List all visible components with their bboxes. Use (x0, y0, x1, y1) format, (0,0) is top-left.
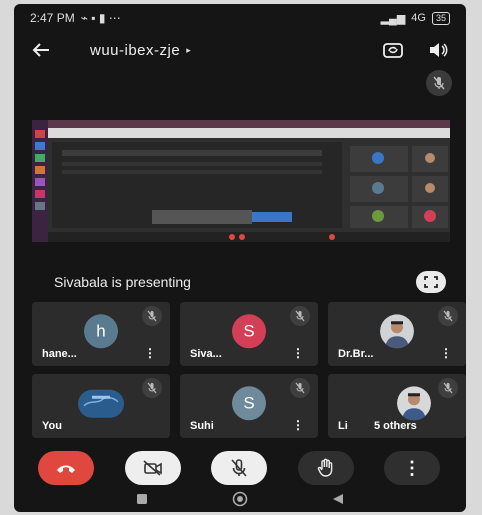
participant-name: Suhi (190, 420, 214, 432)
more-options-icon[interactable]: ⋮ (440, 346, 452, 360)
mic-off-icon (426, 70, 452, 96)
others-count: 5 others (374, 420, 417, 432)
system-nav-bar (14, 490, 466, 512)
participant-tile[interactable]: S Suhi ⋮ (180, 374, 318, 438)
participant-tile[interactable]: S Siva... ⋮ (180, 302, 318, 366)
mic-off-icon (290, 306, 310, 326)
avatar-photo (396, 386, 431, 421)
microphone-toggle-button[interactable] (211, 451, 267, 485)
mic-off-icon (290, 378, 310, 398)
more-options-icon[interactable]: ⋮ (292, 346, 304, 360)
fullscreen-icon (424, 276, 438, 288)
chevron-right-icon[interactable]: ▸ (186, 45, 191, 56)
presenter-bar: Sivabala is presenting (14, 266, 466, 298)
mic-off-icon (438, 378, 458, 398)
participant-tile[interactable]: You (32, 374, 170, 438)
meeting-title[interactable]: wuu-ibex-zje (90, 42, 180, 59)
camera-off-icon (142, 460, 162, 476)
status-bar: 2:47 PM ⌁ ▪ ▮ ⋯ ▂▄▆ 4G 35 (14, 4, 466, 32)
participant-tile[interactable]: Dr.Br... ⋮ (328, 302, 466, 366)
battery-icon: 35 (431, 11, 450, 25)
others-tile[interactable]: Li 5 others (328, 374, 466, 438)
participant-name: Li (338, 420, 348, 432)
more-options-icon[interactable]: ⋮ (292, 418, 304, 432)
mic-off-icon (142, 378, 162, 398)
fullscreen-button[interactable] (416, 271, 446, 293)
speaker-icon[interactable] (428, 41, 448, 59)
avatar: S (232, 386, 266, 421)
participant-name: Dr.Br... (338, 348, 374, 360)
hang-up-icon (57, 465, 75, 473)
avatar: h (84, 314, 118, 349)
end-call-button[interactable] (38, 451, 94, 485)
hand-icon (317, 458, 332, 477)
back-icon[interactable] (332, 492, 344, 510)
avatar: S (232, 314, 266, 349)
meeting-header: wuu-ibex-zje ▸ (14, 32, 466, 68)
more-vert-icon: ⋮ (403, 457, 421, 478)
back-arrow-icon[interactable] (32, 42, 50, 58)
more-options-icon[interactable]: ⋮ (144, 346, 156, 360)
recents-icon[interactable] (136, 492, 148, 510)
shared-screen[interactable] (32, 120, 450, 242)
mic-off-icon (142, 306, 162, 326)
camera-toggle-button[interactable] (124, 451, 181, 485)
notification-icons: ⌁ ▪ ▮ ⋯ (80, 11, 121, 25)
switch-camera-icon[interactable] (382, 41, 404, 59)
raise-hand-button[interactable] (297, 451, 354, 485)
phone-screen: 2:47 PM ⌁ ▪ ▮ ⋯ ▂▄▆ 4G 35 wuu-ibex-zje ▸ (14, 4, 466, 512)
status-time: 2:47 PM (30, 11, 75, 25)
participant-name: Siva... (190, 348, 222, 360)
home-icon[interactable] (232, 491, 248, 512)
network-type: 4G (411, 12, 426, 24)
participant-name: You (42, 420, 62, 432)
avatar-self (78, 389, 124, 418)
mic-off-icon (231, 459, 247, 477)
participant-tile[interactable]: h hane... ⋮ (32, 302, 170, 366)
more-options-button[interactable]: ⋮ (384, 451, 440, 485)
signal-icon: ▂▄▆ (380, 12, 406, 25)
participant-name: hane... (42, 348, 77, 360)
call-controls: ⋮ (14, 448, 466, 488)
screen-share-content (32, 120, 450, 242)
mic-off-icon (438, 306, 458, 326)
presenter-label: Sivabala is presenting (54, 274, 191, 290)
avatar-photo (380, 314, 414, 349)
battery-level: 35 (435, 12, 446, 23)
